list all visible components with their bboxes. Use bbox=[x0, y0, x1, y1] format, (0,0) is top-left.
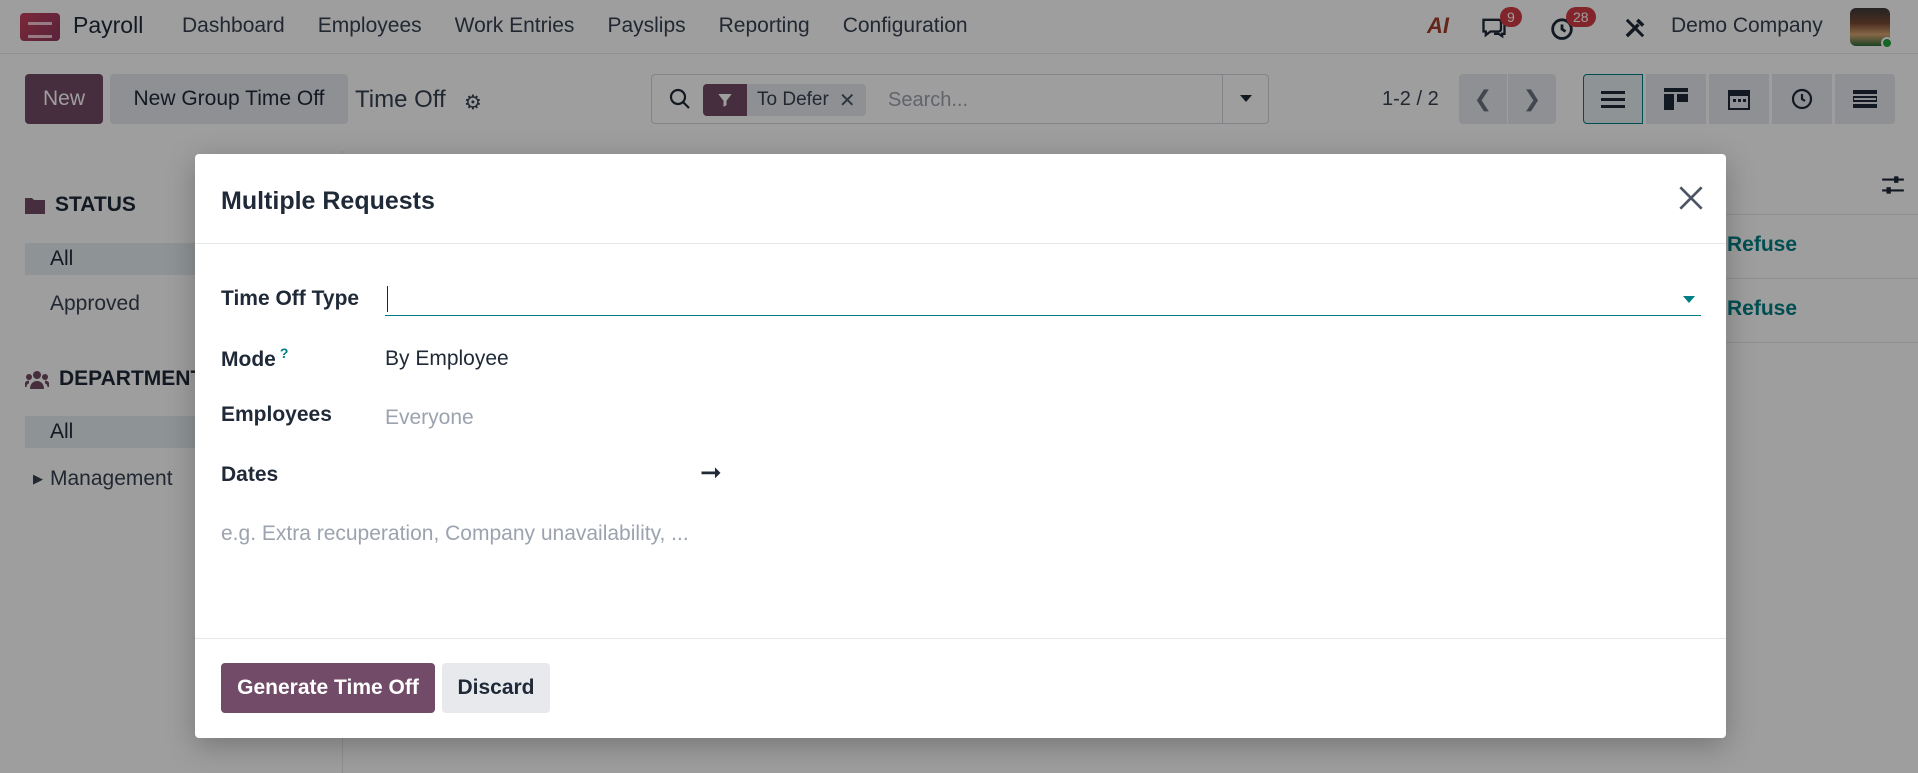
time-off-type-input[interactable] bbox=[385, 282, 1701, 316]
dropdown-caret-icon[interactable] bbox=[1683, 296, 1695, 303]
dialog-header: Multiple Requests bbox=[195, 154, 1726, 244]
time-off-type-label: Time Off Type bbox=[221, 287, 360, 310]
mode-label: Mode? bbox=[221, 345, 289, 371]
close-icon[interactable] bbox=[1675, 182, 1707, 214]
multiple-requests-dialog: Multiple Requests Time Off Type Mode? By… bbox=[195, 154, 1726, 738]
mode-select[interactable]: By Employee bbox=[385, 347, 509, 371]
employees-input[interactable]: Everyone bbox=[385, 406, 474, 430]
dialog-title: Multiple Requests bbox=[221, 187, 435, 215]
notes-input[interactable]: e.g. Extra recuperation, Company unavail… bbox=[221, 522, 689, 546]
help-icon[interactable]: ? bbox=[280, 345, 289, 361]
generate-time-off-button[interactable]: Generate Time Off bbox=[221, 663, 435, 713]
employees-label: Employees bbox=[221, 403, 332, 426]
text-cursor bbox=[387, 286, 388, 312]
date-range-arrow-icon: ➞ bbox=[700, 457, 722, 487]
discard-button[interactable]: Discard bbox=[442, 663, 550, 713]
dates-label: Dates bbox=[221, 463, 279, 486]
